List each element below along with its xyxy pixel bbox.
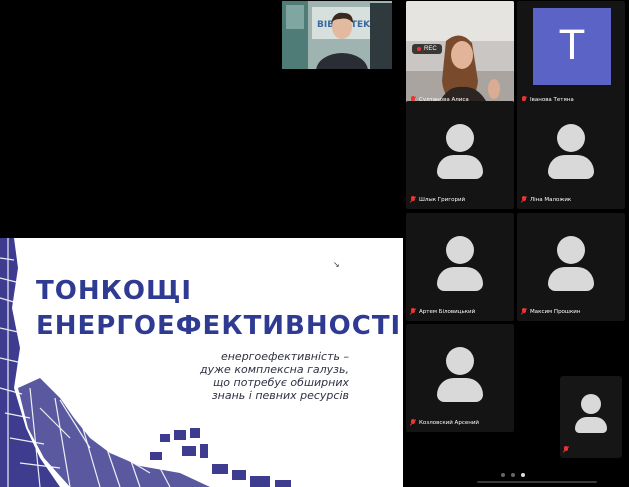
- avatar-head-icon: [446, 347, 474, 375]
- avatar-head-icon: [581, 394, 601, 414]
- avatar-body-icon: [437, 155, 483, 179]
- avatar-body-icon: [437, 267, 483, 291]
- participant-tile-shlyk[interactable]: Шлык Григорий: [406, 101, 514, 209]
- mic-muted-icon: [410, 419, 416, 426]
- slide-title-line-2: ЕНЕРГОЕФЕКТИВНОСТІ: [36, 311, 402, 341]
- avatar-body-icon: [548, 267, 594, 291]
- speaker-video-frame: BIBLIOTEKA: [282, 1, 392, 69]
- mic-muted-icon: [410, 196, 416, 203]
- slide-subtitle-line-2: дуже комплексна галузь,: [200, 363, 349, 376]
- participant-tile-sultanova[interactable]: REC Султанова Алиса: [406, 1, 514, 109]
- pointer-cursor-icon: ↘: [333, 260, 340, 269]
- participant-name: Шлык Григорий: [419, 196, 466, 203]
- mic-muted-icon: [521, 308, 527, 315]
- horizontal-scrollbar[interactable]: [477, 481, 597, 483]
- slide-subtitle-line-3: що потребує обширних: [212, 376, 349, 389]
- slide-title-line-1: ТОНКОЩІ: [36, 276, 193, 306]
- avatar-body-icon: [575, 417, 607, 433]
- avatar-head-icon: [557, 236, 585, 264]
- avatar-body-icon: [548, 155, 594, 179]
- participant-name-tag: Козловский Арсений: [410, 417, 479, 428]
- participant-name-tag: Шлык Григорий: [410, 194, 465, 205]
- mic-muted-icon: [521, 196, 527, 203]
- page-dot-1[interactable]: [501, 473, 505, 477]
- avatar-head-icon: [446, 124, 474, 152]
- participant-tile-ivanova[interactable]: T Іванова Тетяна: [517, 1, 625, 109]
- participant-name-tag: Максим Прошкин: [521, 306, 580, 317]
- participant-name: Максим Прошкин: [530, 308, 581, 315]
- avatar-body-icon: [437, 378, 483, 402]
- recording-badge: REC: [412, 44, 442, 54]
- participant-tile-bilovytskyi[interactable]: Артем Біловицький: [406, 213, 514, 321]
- avatar-head-icon: [446, 236, 474, 264]
- slide-subtitle-line-4: знань і певних ресурсів: [211, 389, 349, 402]
- mic-muted-icon: [410, 308, 416, 315]
- participant-name: Козловский Арсений: [419, 419, 479, 426]
- recording-dot-icon: [417, 47, 421, 51]
- participant-name-tag: Артем Біловицький: [410, 306, 475, 317]
- mic-muted-icon: [563, 446, 569, 453]
- speaker-video-thumbnail[interactable]: BIBLIOTEKA: [282, 1, 392, 69]
- avatar-head-icon: [557, 124, 585, 152]
- recording-label: REC: [424, 46, 437, 52]
- self-mic-status: [563, 444, 572, 455]
- page-indicator[interactable]: [501, 473, 525, 477]
- page-dot-2[interactable]: [511, 473, 515, 477]
- self-view-tile[interactable]: [560, 376, 622, 458]
- participant-tile-malozhyk[interactable]: Ліна Маложик: [517, 101, 625, 209]
- avatar-initial: T: [533, 8, 611, 85]
- participant-video-frame: [406, 1, 514, 109]
- slide-subtitle-line-1: енергоефективність –: [220, 350, 349, 363]
- presentation-slide: ТОНКОЩІ ЕНЕРГОЕФЕКТИВНОСТІ енергоефектив…: [0, 238, 403, 487]
- page-dot-3-active[interactable]: [521, 473, 525, 477]
- participant-name-tag: Ліна Маложик: [521, 194, 571, 205]
- participant-name: Ліна Маложик: [530, 196, 572, 203]
- participant-tile-proshkin[interactable]: Максим Прошкин: [517, 213, 625, 321]
- participant-name: Артем Біловицький: [419, 308, 476, 315]
- participant-tile-kozlovskyi[interactable]: Козловский Арсений: [406, 324, 514, 432]
